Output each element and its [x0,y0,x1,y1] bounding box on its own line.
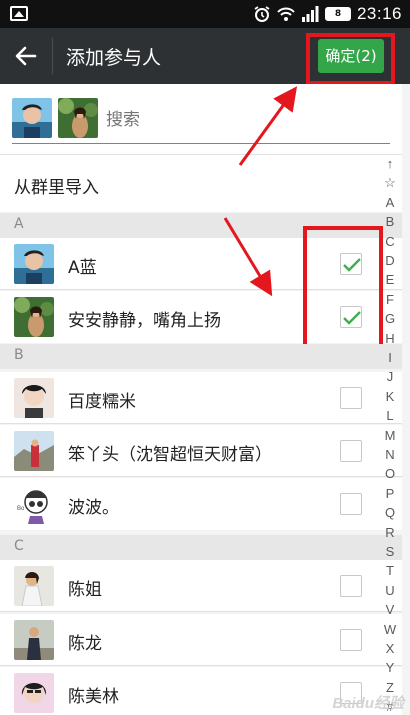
index-letter[interactable]: S [378,544,402,559]
screen: 8 23:16 添加参与人 确定(2) 从群里导入 A A蓝 [0,0,410,715]
contact-row[interactable]: 笨丫头（沈智超恒天财富） [0,425,402,477]
section-header-a: A [0,213,402,238]
index-letter[interactable]: H [378,331,402,346]
avatar [14,620,54,660]
clock: 23:16 [356,4,402,23]
signal-icon [301,6,319,22]
contact-name: A蓝 [68,258,97,278]
check-icon [343,311,361,325]
index-letter[interactable]: L [378,408,402,423]
index-letter[interactable]: U [378,583,402,598]
contact-name: 陈龙 [68,634,102,654]
alarm-icon [254,6,270,22]
index-letter[interactable]: N [378,447,402,462]
index-letter[interactable]: R [378,525,402,540]
index-letter[interactable]: F [378,292,402,307]
select-checkbox[interactable] [340,575,362,597]
confirm-button[interactable]: 确定(2) [318,39,384,73]
header-divider [52,38,53,74]
avatar [14,297,54,337]
contact-row[interactable]: Bo 波波。 [0,478,402,530]
avatar [14,378,54,418]
index-letter[interactable]: B [378,214,402,229]
index-letter[interactable]: M [378,428,402,443]
contact-name: 陈美林 [68,687,119,707]
select-checkbox[interactable] [340,253,362,275]
avatar [14,673,54,713]
page-title: 添加参与人 [66,47,162,69]
back-button[interactable] [10,40,42,72]
index-letter[interactable]: J [378,369,402,384]
wifi-icon [277,7,295,21]
avatar [14,431,54,471]
avatar [14,244,54,284]
section-letter: C [14,538,24,554]
index-letter[interactable]: ☆ [378,175,402,191]
index-letter[interactable]: V [378,602,402,617]
app-header: 添加参与人 确定(2) [0,28,410,84]
selected-avatar-1[interactable] [12,98,52,138]
index-letter[interactable]: D [378,253,402,268]
contact-row[interactable]: 陈姐 [0,560,402,612]
svg-text:Bo: Bo [17,506,25,512]
section-header-b: B [0,344,402,369]
select-checkbox[interactable] [340,387,362,409]
contact-row[interactable]: 陈龙 [0,614,402,666]
selected-avatar-2[interactable] [58,98,98,138]
index-letter[interactable]: P [378,486,402,501]
select-checkbox[interactable] [340,493,362,515]
contact-row[interactable]: A蓝 [0,238,402,290]
search-area [0,84,402,154]
contact-name: 百度糯米 [68,392,136,412]
back-arrow-icon [15,46,37,66]
battery-icon: 8 [324,7,351,21]
contact-row[interactable]: 百度糯米 [0,372,402,424]
status-icons: 8 23:16 [253,4,402,24]
select-checkbox[interactable] [340,440,362,462]
contact-name: 陈姐 [68,580,102,600]
contact-row[interactable]: 安安静静，嘴角上扬 [0,291,402,343]
select-checkbox[interactable] [340,629,362,651]
search-underline [12,143,390,144]
index-letter[interactable]: X [378,641,402,656]
import-from-group-label: 从群里导入 [14,178,99,198]
status-bar: 8 23:16 [0,0,410,28]
index-letter[interactable]: O [378,466,402,481]
contact-name: 安安静静，嘴角上扬 [68,311,221,331]
search-input[interactable] [106,106,366,134]
watermark: Baidu经验 [332,695,404,712]
index-letter[interactable]: T [378,563,402,578]
image-notification-icon [10,6,28,21]
index-letter[interactable]: E [378,272,402,287]
index-letter[interactable]: ↑ [378,156,402,171]
section-letter: A [14,216,24,232]
index-letter[interactable]: I [378,350,402,365]
contact-name: 波波。 [68,498,119,518]
avatar [14,566,54,606]
index-letter[interactable]: K [378,389,402,404]
section-header-c: C [0,535,402,560]
index-letter[interactable]: G [378,311,402,326]
index-letter[interactable]: Q [378,505,402,520]
check-icon [343,258,361,272]
section-letter: B [14,347,24,363]
import-from-group-row[interactable]: 从群里导入 [0,154,402,212]
index-letter[interactable]: A [378,195,402,210]
index-letter[interactable]: C [378,234,402,249]
contact-name: 笨丫头（沈智超恒天财富） [68,445,272,465]
select-checkbox[interactable] [340,306,362,328]
alphabet-index-bar[interactable]: ↑ ☆ A B C D E F G H I J K L M N O P Q R S T U V W X Y Z # [378,152,402,715]
avatar: Bo [14,484,54,524]
index-letter[interactable]: W [378,622,402,637]
index-letter[interactable]: Y [378,660,402,675]
